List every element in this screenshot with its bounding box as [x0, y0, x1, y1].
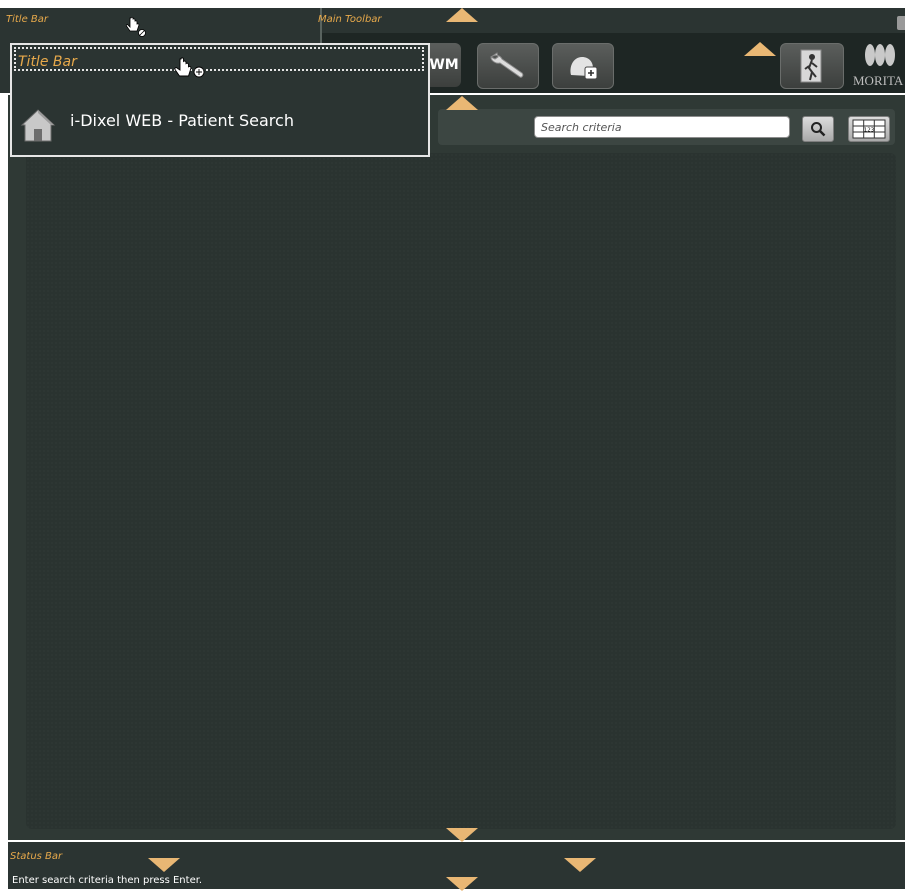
- home-icon: [20, 109, 56, 142]
- content-expand-arrow-icon[interactable]: [446, 828, 478, 842]
- collapse-toolbar-arrow-icon[interactable]: [446, 8, 478, 22]
- add-patient-button[interactable]: [552, 43, 614, 89]
- wm-button[interactable]: WM: [427, 43, 461, 87]
- app-title: i-Dixel WEB - Patient Search: [70, 111, 294, 130]
- toolbar-collapse-arrow-icon[interactable]: [744, 42, 776, 56]
- exit-button[interactable]: [780, 43, 844, 89]
- status-bar-region: Status Bar Enter search criteria then pr…: [8, 842, 905, 891]
- wrench-icon: [490, 52, 524, 78]
- title-bar-label: Title Bar: [6, 14, 49, 25]
- keypad-text: 123: [864, 128, 875, 134]
- main-toolbar-label: Main Toolbar: [318, 14, 382, 25]
- content-collapse-arrow-icon[interactable]: [446, 96, 478, 110]
- status-message: Enter search criteria then press Enter.: [12, 875, 203, 886]
- search-input[interactable]: [534, 116, 790, 138]
- settings-button[interactable]: [477, 43, 539, 89]
- add-patient-icon: [570, 57, 598, 80]
- magnifier-icon: [811, 122, 826, 137]
- window-top-strip: [0, 0, 905, 8]
- morita-logo-text: MORITA: [853, 73, 904, 88]
- corner-handle[interactable]: [897, 16, 905, 30]
- hand-cursor-icon: [125, 16, 146, 37]
- status-left-arrow-icon[interactable]: [148, 858, 180, 872]
- search-bar: 123: [438, 109, 895, 145]
- status-right-arrow-icon[interactable]: [564, 858, 596, 872]
- morita-logo-icon: [865, 44, 895, 66]
- results-panel: [26, 153, 896, 829]
- exit-door-icon: [800, 49, 822, 83]
- content-region: 123: [8, 95, 905, 842]
- keypad-button[interactable]: 123: [848, 116, 890, 142]
- morita-logo: MORITA: [852, 43, 905, 91]
- search-button[interactable]: [802, 116, 834, 142]
- status-bar-label: Status Bar: [10, 851, 63, 862]
- drag-preview-label: Title Bar: [18, 54, 77, 70]
- title-bar-drag-preview[interactable]: Title Bar i-Dixel WEB - Patient Search: [10, 43, 430, 157]
- hand-cursor-move-icon: [174, 57, 205, 78]
- keypad-icon: 123: [852, 119, 886, 139]
- wm-label: WM: [429, 57, 459, 73]
